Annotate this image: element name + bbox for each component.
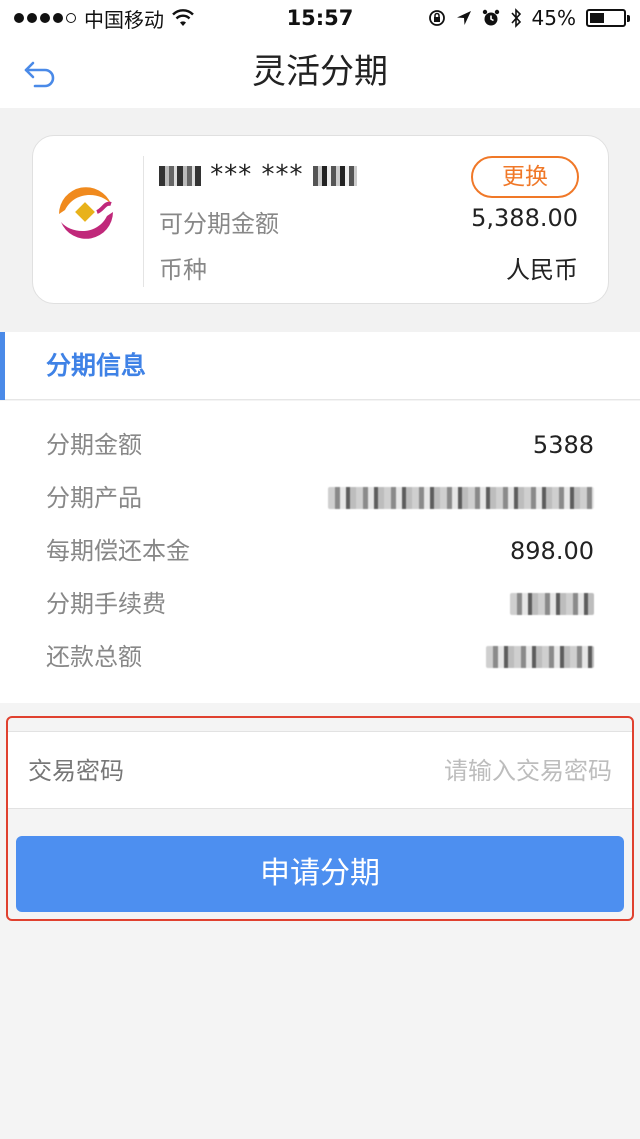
alarm-icon — [482, 9, 499, 26]
password-row: 交易密码 — [8, 731, 632, 809]
battery-icon — [586, 9, 630, 27]
nav-bar: 灵活分期 — [0, 36, 640, 108]
section-header: 分期信息 — [0, 332, 640, 400]
status-time: 15:57 — [286, 6, 354, 30]
apply-installment-button[interactable]: 申请分期 — [16, 836, 624, 912]
page-title: 灵活分期 — [252, 52, 388, 92]
section-title: 分期信息 — [46, 351, 147, 380]
redacted-value — [328, 487, 594, 509]
card-number-masked: *** *** — [210, 160, 304, 190]
redacted-value — [510, 593, 594, 615]
bank-card: *** *** 更换 可分期金额 5,388.00 币种 人民币 — [32, 135, 609, 304]
info-label: 每期偿还本金 — [46, 537, 190, 565]
available-amount-value: 5,388.00 — [471, 204, 578, 232]
signal-strength-icon — [14, 13, 76, 23]
info-row-principal: 每期偿还本金 898.00 — [0, 531, 640, 571]
status-bar: 中国移动 15:57 45% — [0, 0, 640, 36]
wifi-icon — [172, 9, 194, 26]
orientation-lock-icon — [428, 10, 445, 26]
available-amount-label: 可分期金额 — [159, 210, 279, 238]
info-label: 分期手续费 — [46, 590, 166, 618]
info-row-amount: 分期金额 5388 — [0, 425, 640, 465]
info-row-fee: 分期手续费 — [0, 584, 640, 624]
carrier-name: 中国移动 — [84, 7, 164, 32]
info-value: 898.00 — [510, 537, 594, 565]
info-row-product: 分期产品 — [0, 478, 640, 518]
change-card-button[interactable]: 更换 — [471, 156, 579, 198]
currency-label: 币种 — [159, 256, 207, 284]
battery-level — [590, 13, 605, 23]
location-arrow-icon — [456, 11, 471, 25]
info-value: 5388 — [532, 431, 594, 459]
info-label: 还款总额 — [46, 643, 142, 671]
section-accent-bar — [0, 332, 5, 400]
bank-logo-icon — [59, 187, 113, 239]
back-arrow-icon — [24, 61, 55, 88]
status-right: 45% — [406, 6, 630, 30]
card-number: *** *** — [159, 160, 357, 190]
password-label: 交易密码 — [28, 757, 124, 785]
info-label: 分期产品 — [46, 484, 142, 512]
installment-info-list: 分期金额 5388 分期产品 每期偿还本金 898.00 分期手续费 还款总额 — [0, 401, 640, 703]
info-label: 分期金额 — [46, 431, 142, 459]
bluetooth-icon — [510, 8, 521, 28]
currency-value: 人民币 — [506, 256, 578, 284]
card-area: *** *** 更换 可分期金额 5,388.00 币种 人民币 — [0, 108, 640, 332]
back-button[interactable] — [20, 56, 60, 92]
battery-percent: 45% — [531, 6, 576, 30]
redacted-value — [486, 646, 594, 668]
password-input[interactable] — [312, 748, 612, 794]
info-row-total: 还款总额 — [0, 637, 640, 677]
card-divider — [143, 156, 144, 287]
